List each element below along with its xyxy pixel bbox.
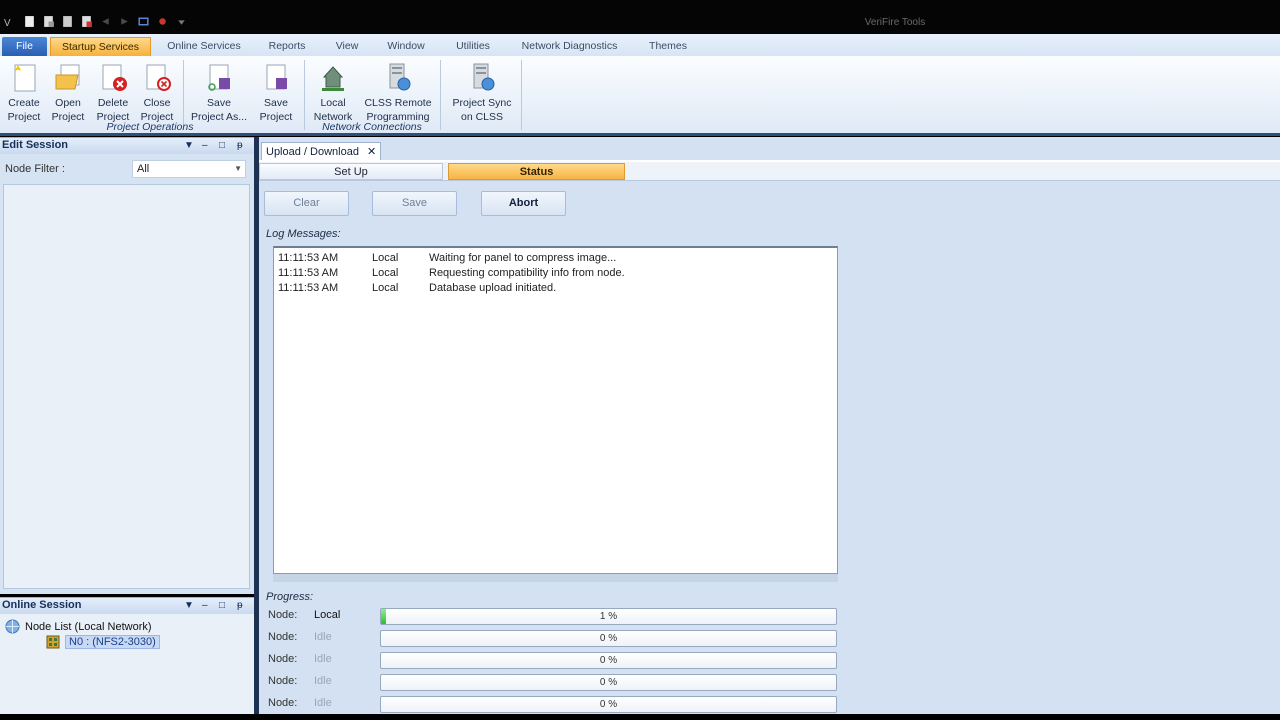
panel-maximize-icon[interactable]: □ <box>219 598 225 613</box>
doc-tab-label: Upload / Download <box>266 146 359 158</box>
server-globe-icon <box>362 58 434 96</box>
progress-row: Node: Idle 0 % <box>259 674 859 693</box>
local-network-icon <box>310 58 356 96</box>
progress-bar: 0 % <box>380 696 837 713</box>
title-bar: V VeriFire Tools <box>0 0 1280 34</box>
globe-icon <box>5 619 20 634</box>
local-network-button[interactable]: Local Network <box>310 58 356 124</box>
close-project-button[interactable]: Close Project <box>137 58 177 124</box>
close-project-icon <box>137 58 177 96</box>
create-project-button[interactable]: Create Project <box>4 58 44 124</box>
edit-session-panel: Node Filter : All ▼ <box>0 154 254 594</box>
clss-remote-programming-button[interactable]: CLSS Remote Programming <box>362 58 434 124</box>
ribbon: Create Project Open Project Delete Proje… <box>0 56 1280 136</box>
progress-label: Progress: <box>266 591 314 603</box>
tree-node-list-label: Node List (Local Network) <box>25 620 152 633</box>
window-title: VeriFire Tools <box>864 17 926 28</box>
progress-row: Node: Idle 0 % <box>259 652 859 671</box>
group-label-network-connections: Network Connections <box>322 121 422 133</box>
tab-view[interactable]: View <box>330 37 364 56</box>
panel-dropdown-icon[interactable]: ▼ <box>184 598 194 613</box>
panel-minimize-icon[interactable]: – <box>202 598 208 613</box>
open-project-button[interactable]: Open Project <box>48 58 88 124</box>
tab-utilities[interactable]: Utilities <box>450 37 496 56</box>
tab-file[interactable]: File <box>2 37 47 56</box>
subtab-setup[interactable]: Set Up <box>259 163 443 180</box>
node-filter-select[interactable]: All ▼ <box>132 160 246 178</box>
ribbon-separator <box>440 60 441 130</box>
ribbon-tabs: File Startup Services Online Services Re… <box>0 34 1280 56</box>
panel-minimize-icon[interactable]: – <box>202 138 208 153</box>
online-session-header: Online Session ▼ – □ ᵽ <box>0 597 254 614</box>
tab-upload-download[interactable]: Upload / Download ✕ <box>261 142 382 161</box>
ribbon-separator <box>521 60 522 130</box>
tab-window[interactable]: Window <box>380 37 432 56</box>
chevron-down-icon: ▼ <box>234 164 242 173</box>
progress-row: Node: Idle 0 % <box>259 696 859 715</box>
project-sync-clss-button[interactable]: Project Sync on CLSS <box>448 58 516 124</box>
save-project-as-button[interactable]: Save Project As... <box>190 58 248 124</box>
subtab-bar: Set Up Status <box>259 162 1280 181</box>
ribbon-separator <box>183 60 184 130</box>
document-area: Upload / Download ✕ Set Up Status Clear … <box>259 137 1280 714</box>
save-project-button[interactable]: Save Project <box>255 58 297 124</box>
tree-node-list[interactable]: Node List (Local Network) <box>5 619 152 634</box>
ribbon-separator <box>304 60 305 130</box>
panel-pin-icon[interactable]: ᵽ <box>237 138 243 153</box>
tree-node-panel-label: N0 : (NFS2-3030) <box>65 635 160 649</box>
edit-session-header: Edit Session ▼ – □ ᵽ <box>0 137 254 154</box>
sync-server-icon <box>448 58 516 96</box>
save-as-icon <box>190 58 248 96</box>
node-filter-value: All <box>137 163 150 175</box>
panel-dropdown-icon[interactable]: ▼ <box>184 138 194 153</box>
tab-network-diagnostics[interactable]: Network Diagnostics <box>512 37 627 56</box>
delete-project-button[interactable]: Delete Project <box>92 58 134 124</box>
online-session-title: Online Session <box>2 599 82 611</box>
close-icon[interactable]: ✕ <box>367 143 376 161</box>
tab-themes[interactable]: Themes <box>642 37 694 56</box>
abort-button[interactable]: Abort <box>481 191 566 216</box>
delete-project-icon <box>92 58 134 96</box>
tab-startup-services[interactable]: Startup Services <box>50 37 151 56</box>
subtab-status[interactable]: Status <box>448 163 625 180</box>
progress-row: Node: Local 1 % <box>259 608 859 627</box>
edit-session-title: Edit Session <box>2 139 69 151</box>
clear-button[interactable]: Clear <box>264 191 349 216</box>
save-button[interactable]: Save <box>372 191 457 216</box>
tree-node-panel[interactable]: N0 : (NFS2-3030) <box>46 635 160 649</box>
online-session-panel: Node List (Local Network) N0 : (NFS2-303… <box>0 614 254 714</box>
progress-bar: 1 % <box>380 608 837 625</box>
panel-maximize-icon[interactable]: □ <box>219 138 225 153</box>
save-icon <box>255 58 297 96</box>
panel-pin-icon[interactable]: ᵽ <box>237 598 243 613</box>
progress-row: Node: Idle 0 % <box>259 630 859 649</box>
edit-session-content <box>3 184 250 589</box>
tab-reports[interactable]: Reports <box>262 37 312 56</box>
open-folder-icon <box>48 58 88 96</box>
tab-online-services[interactable]: Online Services <box>160 37 248 56</box>
panel-node-icon <box>46 635 60 649</box>
log-scroll-footer <box>273 574 838 582</box>
progress-bar: 0 % <box>380 652 837 669</box>
progress-bar: 0 % <box>380 630 837 647</box>
log-messages-label: Log Messages: <box>266 228 341 240</box>
progress-bar: 0 % <box>380 674 837 691</box>
node-filter-label: Node Filter : <box>5 163 65 175</box>
create-project-icon <box>4 58 44 96</box>
group-label-project-operations: Project Operations <box>106 121 194 133</box>
log-messages-list[interactable]: 11:11:53 AM Local Waiting for panel to c… <box>273 246 838 574</box>
